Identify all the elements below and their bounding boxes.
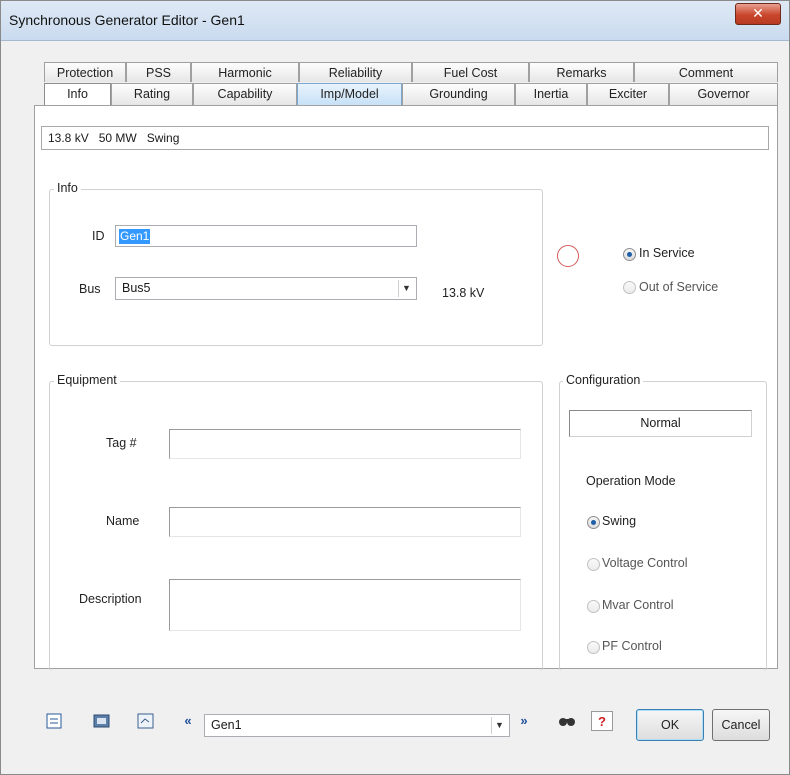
title-bar[interactable]: Synchronous Generator Editor - Gen1 ✕ <box>1 1 789 41</box>
tab-row-upper: Protection PSS Harmonic Reliability Fuel… <box>44 62 778 82</box>
tab-reliability[interactable]: Reliability <box>299 62 412 82</box>
bus-label: Bus <box>79 282 101 296</box>
element-navigator-select[interactable]: Gen1 ▼ <box>204 714 510 737</box>
tab-grounding[interactable]: Grounding <box>402 83 515 105</box>
tab-rating[interactable]: Rating <box>111 83 193 105</box>
mode-pf-control-radio[interactable] <box>587 641 600 654</box>
operation-mode-label: Operation Mode <box>586 474 676 488</box>
equipment-group-label: Equipment <box>54 373 120 387</box>
tab-info[interactable]: Info <box>44 83 111 105</box>
tab-row-lower: Info Rating Capability Imp/Model Groundi… <box>44 83 778 105</box>
tab-remarks[interactable]: Remarks <box>529 62 634 82</box>
next-icon[interactable]: » <box>513 711 535 731</box>
chevron-down-icon[interactable]: ▼ <box>398 280 414 297</box>
id-input-value: Gen1 <box>119 229 151 244</box>
bus-kv-value: 13.8 kV <box>442 286 485 300</box>
configuration-group-label: Configuration <box>563 373 644 387</box>
in-service-label[interactable]: In Service <box>639 246 695 260</box>
out-of-service-label[interactable]: Out of Service <box>639 280 718 294</box>
close-icon: ✕ <box>752 5 764 21</box>
tab-imp-model[interactable]: Imp/Model <box>297 83 402 105</box>
cancel-button[interactable]: Cancel <box>712 709 770 741</box>
close-button[interactable]: ✕ <box>735 3 781 25</box>
description-input[interactable] <box>169 579 521 631</box>
in-service-radio[interactable] <box>623 248 636 261</box>
tab-capability[interactable]: Capability <box>193 83 297 105</box>
tab-comment[interactable]: Comment <box>634 62 778 82</box>
tag-input[interactable] <box>169 429 521 459</box>
info-group <box>49 189 543 346</box>
configuration-status: Normal <box>569 410 752 437</box>
description-label: Description <box>79 592 142 606</box>
chevron-down-icon[interactable]: ▼ <box>491 717 507 734</box>
find-icon[interactable] <box>556 711 578 731</box>
mode-voltage-control-radio[interactable] <box>587 558 600 571</box>
edit-icon[interactable] <box>135 711 157 731</box>
tab-governor[interactable]: Governor <box>669 83 778 105</box>
report-icon[interactable] <box>44 711 66 731</box>
tab-inertia[interactable]: Inertia <box>515 83 587 105</box>
mode-swing-radio[interactable] <box>587 516 600 529</box>
mode-mvar-control-label[interactable]: Mvar Control <box>602 598 674 612</box>
library-icon[interactable] <box>91 711 113 731</box>
out-of-service-radio[interactable] <box>623 281 636 294</box>
help-icon[interactable]: ? <box>591 711 613 731</box>
bus-select-value: Bus5 <box>122 281 151 295</box>
tab-fuel-cost[interactable]: Fuel Cost <box>412 62 529 82</box>
editor-window: Synchronous Generator Editor - Gen1 ✕ Pr… <box>0 0 790 775</box>
id-label: ID <box>92 229 105 243</box>
element-navigator-value: Gen1 <box>211 718 242 732</box>
mode-swing-label[interactable]: Swing <box>602 514 636 528</box>
bus-select[interactable]: Bus5 ▼ <box>115 277 417 300</box>
tab-protection[interactable]: Protection <box>44 62 126 82</box>
tab-harmonic[interactable]: Harmonic <box>191 62 299 82</box>
id-input[interactable]: Gen1 <box>115 225 417 247</box>
name-input[interactable] <box>169 507 521 537</box>
mode-voltage-control-label[interactable]: Voltage Control <box>602 556 687 570</box>
ok-button[interactable]: OK <box>636 709 704 741</box>
info-group-label: Info <box>54 181 81 195</box>
mode-pf-control-label[interactable]: PF Control <box>602 639 662 653</box>
service-status-icon <box>557 245 579 267</box>
tag-label: Tag # <box>106 436 137 450</box>
window-title: Synchronous Generator Editor - Gen1 <box>9 12 245 28</box>
name-label: Name <box>106 514 140 528</box>
rating-summary: 13.8 kV 50 MW Swing <box>41 126 769 150</box>
mode-mvar-control-radio[interactable] <box>587 600 600 613</box>
tab-pss[interactable]: PSS <box>126 62 191 82</box>
previous-icon[interactable]: « <box>177 711 199 731</box>
tab-exciter[interactable]: Exciter <box>587 83 669 105</box>
